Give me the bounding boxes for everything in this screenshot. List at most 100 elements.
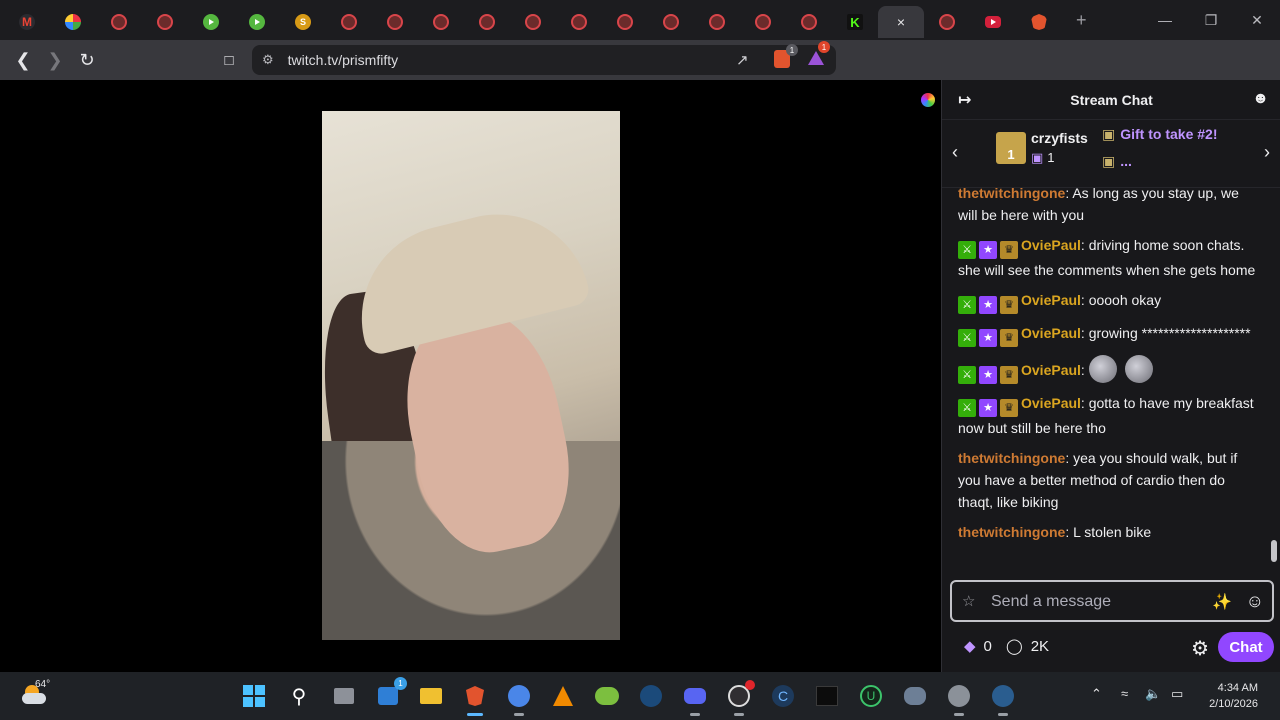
task-view-icon[interactable] <box>330 682 358 710</box>
chat-username[interactable]: OviePaul <box>1021 395 1081 411</box>
stream-video[interactable] <box>322 111 620 640</box>
address-bar[interactable]: ⚙ twitch.tv/prismfifty ↗ 1 1 <box>252 41 836 75</box>
file-explorer-icon[interactable] <box>417 682 445 710</box>
channel-points-star-icon[interactable]: ☆ <box>962 592 975 610</box>
steam-icon[interactable] <box>637 682 665 710</box>
system-clock[interactable]: 4:34 AM 2/10/2026 <box>1209 680 1258 712</box>
share-icon[interactable]: ↗ <box>736 51 749 69</box>
send-chat-button[interactable]: Chat <box>1218 632 1274 662</box>
chat-username[interactable]: OviePaul <box>1021 325 1081 341</box>
forward-icon[interactable]: ❯ <box>39 44 71 76</box>
cloud-sync-icon[interactable] <box>505 682 533 716</box>
chat-username[interactable]: OviePaul <box>1021 362 1081 378</box>
tab-youtube-channel[interactable] <box>372 6 418 38</box>
tab-youtube-channel[interactable] <box>602 6 648 38</box>
leaderboard-prev-icon[interactable]: ‹ <box>952 142 958 163</box>
tab-brave[interactable] <box>1016 6 1062 38</box>
tab-kick[interactable]: K <box>832 6 878 38</box>
vip-star-badge-icon[interactable]: ★ <box>979 329 997 347</box>
url-text[interactable]: twitch.tv/prismfifty <box>288 52 398 68</box>
search-icon[interactable]: ⚲ <box>285 682 313 710</box>
steam-pinned-icon[interactable] <box>989 682 1017 716</box>
tab-youtube-channel[interactable] <box>740 6 786 38</box>
moderator-sword-badge-icon[interactable]: ⚔ <box>958 241 976 259</box>
chat-emote-icon[interactable] <box>1124 355 1153 383</box>
tab-youtube-channel[interactable] <box>418 6 464 38</box>
color-wheel-extension-icon[interactable] <box>912 89 944 111</box>
tab-youtube-channel[interactable] <box>556 6 602 38</box>
wifi-icon[interactable]: ≈ <box>1121 686 1128 701</box>
chat-input-placeholder[interactable]: Send a message <box>991 593 1111 611</box>
tab-green-player[interactable] <box>188 6 234 38</box>
restore-icon[interactable]: ❐ <box>1188 0 1234 40</box>
weather-widget[interactable]: 64° <box>22 679 50 707</box>
close-tab-icon[interactable]: × <box>897 14 905 30</box>
start-button[interactable] <box>240 682 268 710</box>
moderator-sword-badge-icon[interactable]: ⚔ <box>958 399 976 417</box>
moderator-sword-badge-icon[interactable]: ⚔ <box>958 366 976 384</box>
tab-youtube-channel[interactable] <box>510 6 556 38</box>
battery-icon[interactable]: ▭ <box>1171 686 1183 702</box>
new-tab-button[interactable]: + <box>1076 10 1087 31</box>
tab-green-player[interactable] <box>234 6 280 38</box>
vpn-app-icon[interactable] <box>901 682 929 710</box>
volume-icon[interactable]: 🔈 <box>1145 686 1161 702</box>
green-cloud-icon[interactable] <box>593 682 621 710</box>
obs-icon[interactable] <box>725 680 755 716</box>
back-icon[interactable]: ❮ <box>7 44 39 76</box>
tab-active-twitch[interactable]: × <box>878 6 924 38</box>
chat-settings-icon[interactable]: ⚙ <box>1191 636 1209 661</box>
community-users-icon[interactable]: ☻ <box>1252 90 1269 108</box>
crown-badge-icon[interactable]: ♛ <box>1000 366 1018 384</box>
points-display[interactable]: ◆ 0 ◯ 2K <box>964 637 1049 656</box>
tab-youtube-channel[interactable] <box>142 6 188 38</box>
cheer-bits-icon[interactable]: ✨ <box>1212 592 1232 612</box>
tab-youtube-channel[interactable] <box>464 6 510 38</box>
tab-youtube[interactable] <box>970 6 1016 38</box>
crown-badge-icon[interactable]: ♛ <box>1000 329 1018 347</box>
tray-overflow-icon[interactable]: ⌃ <box>1091 686 1102 702</box>
bookmark-icon[interactable]: □ <box>213 44 245 76</box>
vip-star-badge-icon[interactable]: ★ <box>979 399 997 417</box>
terminal-icon[interactable] <box>813 682 841 710</box>
minimize-icon[interactable]: — <box>1142 0 1188 40</box>
close-window-icon[interactable]: ✕ <box>1234 0 1280 40</box>
u-app-icon[interactable]: U <box>857 682 885 710</box>
tab-youtube-channel[interactable] <box>648 6 694 38</box>
brave-shields-icon[interactable]: 1 <box>774 44 798 68</box>
collapse-chat-icon[interactable]: ↦ <box>958 90 971 110</box>
emote-picker-icon[interactable]: ☺ <box>1246 591 1264 612</box>
crown-badge-icon[interactable]: ♛ <box>1000 241 1018 259</box>
chat-username[interactable]: OviePaul <box>1021 292 1081 308</box>
gift-goal-text[interactable]: ▣ Gift to take #2! <box>1102 126 1217 143</box>
chat-input[interactable]: ☆ Send a message ✨ ☺ <box>950 580 1274 622</box>
tab-multicolor[interactable] <box>50 6 96 38</box>
vlc-icon[interactable] <box>549 682 577 710</box>
microsoft-store-icon[interactable]: 1 <box>374 677 407 710</box>
tab-youtube-channel[interactable] <box>326 6 372 38</box>
discord-icon[interactable] <box>681 682 709 716</box>
tab-youtube-channel[interactable] <box>924 6 970 38</box>
tab-youtube-channel[interactable] <box>786 6 832 38</box>
vip-star-badge-icon[interactable]: ★ <box>979 366 997 384</box>
vip-star-badge-icon[interactable]: ★ <box>979 296 997 314</box>
moderator-sword-badge-icon[interactable]: ⚔ <box>958 329 976 347</box>
vip-star-badge-icon[interactable]: ★ <box>979 241 997 259</box>
moderator-sword-badge-icon[interactable]: ⚔ <box>958 296 976 314</box>
tab-youtube-channel[interactable] <box>694 6 740 38</box>
chat-username[interactable]: thetwitchingone <box>958 450 1065 466</box>
chat-username[interactable]: OviePaul <box>1021 237 1081 253</box>
leaderboard-next-icon[interactable]: › <box>1264 142 1270 163</box>
gift-user-name[interactable]: crzyfists <box>1031 130 1088 146</box>
crown-badge-icon[interactable]: ♛ <box>1000 296 1018 314</box>
c-app-icon[interactable]: C <box>769 682 797 710</box>
tab-gmail[interactable]: M <box>4 6 50 38</box>
brave-rewards-icon[interactable]: 1 <box>808 41 830 65</box>
settings-icon[interactable] <box>945 682 973 716</box>
tab-youtube-channel[interactable] <box>96 6 142 38</box>
chat-username[interactable]: thetwitchingone <box>958 524 1065 540</box>
site-settings-icon[interactable]: ⚙ <box>262 52 274 68</box>
tab-s-site[interactable]: S <box>280 6 326 38</box>
crown-badge-icon[interactable]: ♛ <box>1000 399 1018 417</box>
chat-username[interactable]: thetwitchingone <box>958 188 1065 201</box>
